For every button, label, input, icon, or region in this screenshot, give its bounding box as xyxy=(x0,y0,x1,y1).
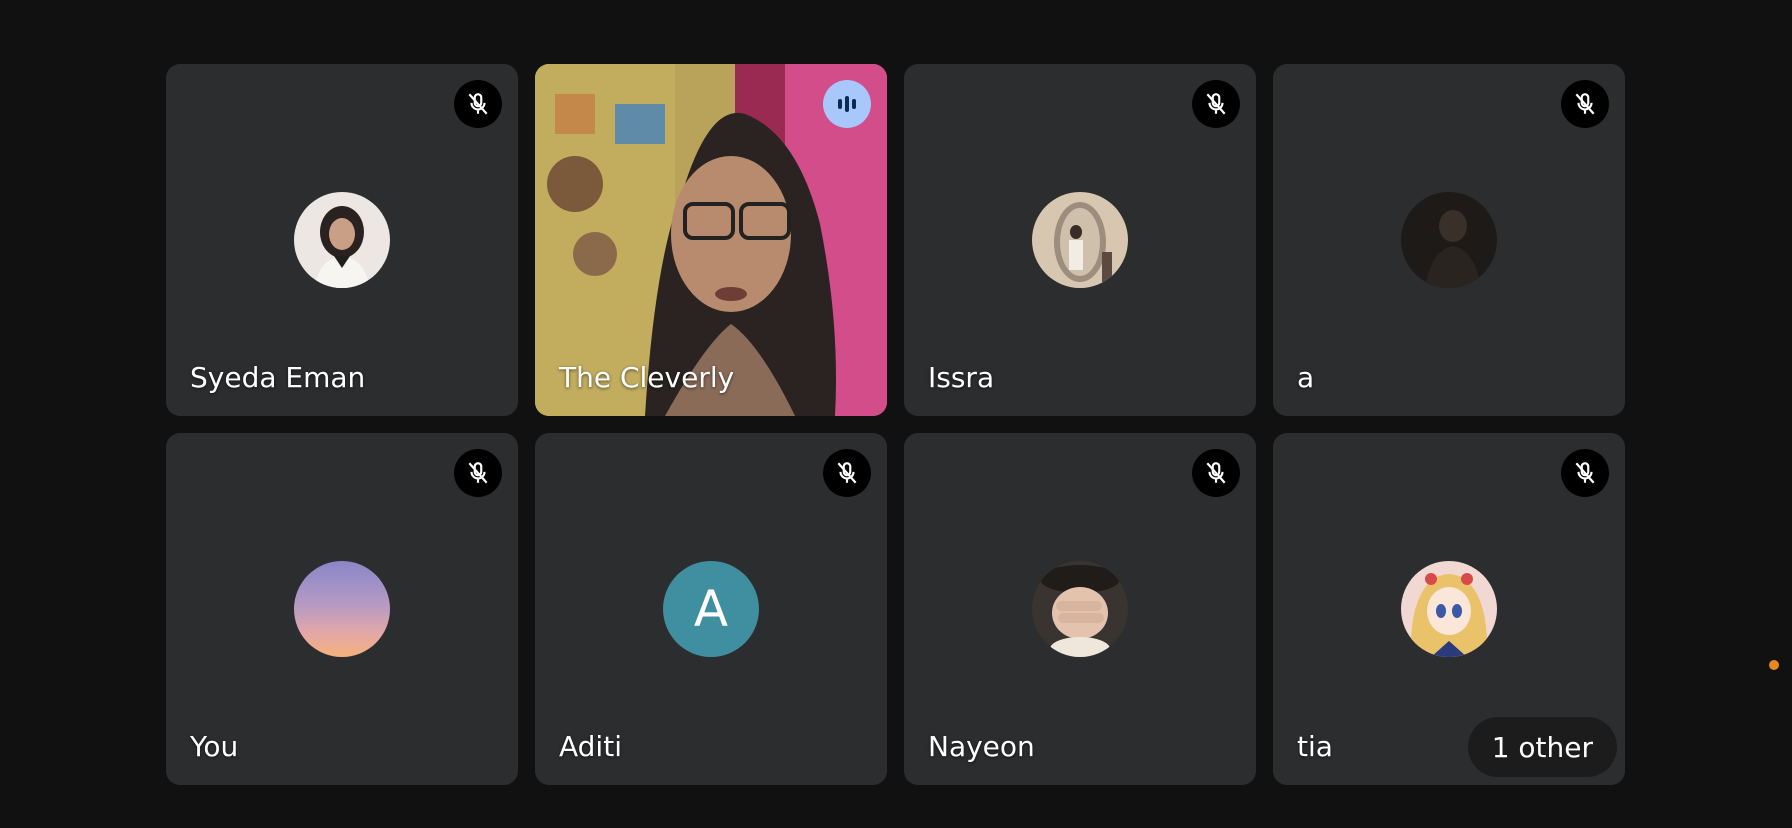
participant-name: a xyxy=(1297,361,1315,394)
speaking-indicator-icon xyxy=(823,80,871,128)
avatar xyxy=(294,561,390,657)
status-dot xyxy=(1769,660,1779,670)
meeting-grid: Syeda Eman The Cleverly Issra a You A Ad… xyxy=(0,0,1792,828)
participant-tile-the-cleverly[interactable]: The Cleverly xyxy=(535,64,887,416)
participant-tile-you[interactable]: You xyxy=(166,433,518,785)
avatar xyxy=(1032,192,1128,288)
avatar xyxy=(1032,561,1128,657)
participant-name: The Cleverly xyxy=(559,361,735,394)
mic-off-icon xyxy=(1192,449,1240,497)
mic-off-icon xyxy=(454,449,502,497)
participant-tile-nayeon[interactable]: Nayeon xyxy=(904,433,1256,785)
other-participants-button[interactable]: 1 other xyxy=(1467,717,1617,777)
participant-name: Syeda Eman xyxy=(190,361,366,394)
participant-name: You xyxy=(190,730,239,763)
avatar xyxy=(1401,561,1497,657)
avatar xyxy=(1401,192,1497,288)
letter-avatar: A xyxy=(663,561,759,657)
mic-off-icon xyxy=(823,449,871,497)
participant-tile-aditi[interactable]: A Aditi xyxy=(535,433,887,785)
participant-tile-a[interactable]: a xyxy=(1273,64,1625,416)
avatar xyxy=(294,192,390,288)
mic-off-icon xyxy=(1561,449,1609,497)
mic-off-icon xyxy=(1561,80,1609,128)
participant-tile-issra[interactable]: Issra xyxy=(904,64,1256,416)
participant-name: Nayeon xyxy=(928,730,1035,763)
participant-name: tia xyxy=(1297,730,1333,763)
mic-off-icon xyxy=(1192,80,1240,128)
mic-off-icon xyxy=(454,80,502,128)
participant-tile-syeda-eman[interactable]: Syeda Eman xyxy=(166,64,518,416)
participant-name: Issra xyxy=(928,361,995,394)
participant-name: Aditi xyxy=(559,730,622,763)
participant-tile-tia[interactable]: tia 1 other xyxy=(1273,433,1625,785)
